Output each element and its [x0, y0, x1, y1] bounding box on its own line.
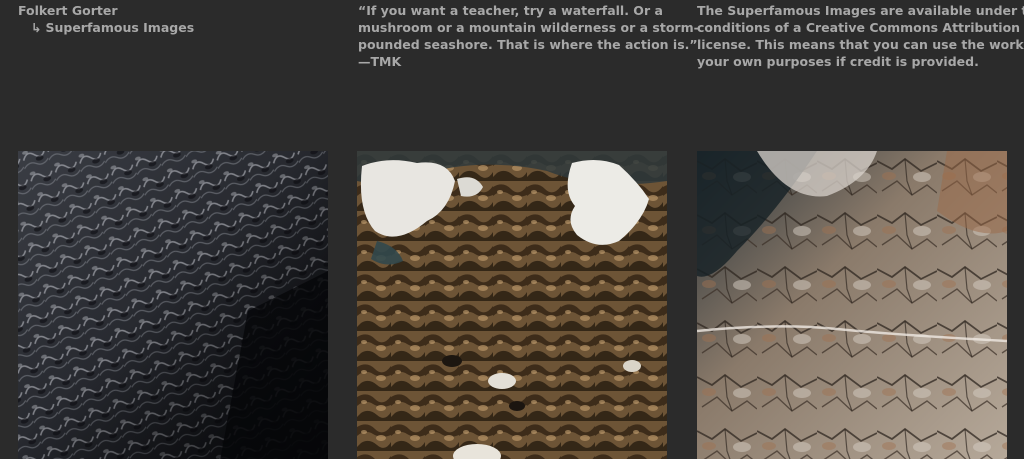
- quote-line: mushroom or a mountain wilderness or a s…: [358, 20, 699, 35]
- author-name: Folkert Gorter: [18, 3, 118, 18]
- image-tile-rock[interactable]: [697, 151, 1007, 459]
- credits-block: Folkert Gorter ↳ Superfamous Images: [18, 2, 318, 36]
- photo-rock-icon: [697, 151, 1007, 459]
- image-tile-water[interactable]: [18, 151, 328, 459]
- quote-attribution: —TMK: [358, 54, 402, 69]
- license-line: your own purposes if credit is provided.: [697, 54, 979, 69]
- photo-aerial-icon: [357, 151, 667, 459]
- image-tile-aerial[interactable]: [357, 151, 667, 459]
- license-line: conditions of a Creative Commons Attribu…: [697, 20, 1024, 35]
- license-block: The Superfamous Images are available und…: [697, 2, 1024, 70]
- license-line: license. This means that you can use the…: [697, 37, 1024, 52]
- quote-line: pounded seashore. That is where the acti…: [358, 37, 698, 52]
- quote-line: “If you want a teacher, try a waterfall.…: [358, 3, 663, 18]
- license-line: The Superfamous Images are available und…: [697, 3, 1024, 18]
- quote-block: “If you want a teacher, try a waterfall.…: [358, 2, 699, 70]
- gallery-page: Folkert Gorter ↳ Superfamous Images “If y…: [0, 0, 1024, 459]
- superfamous-link-label: Superfamous Images: [45, 20, 195, 35]
- superfamous-link[interactable]: ↳ Superfamous Images: [18, 19, 318, 36]
- subdirectory-arrow-icon: ↳: [31, 20, 42, 35]
- photo-water-icon: [18, 151, 328, 459]
